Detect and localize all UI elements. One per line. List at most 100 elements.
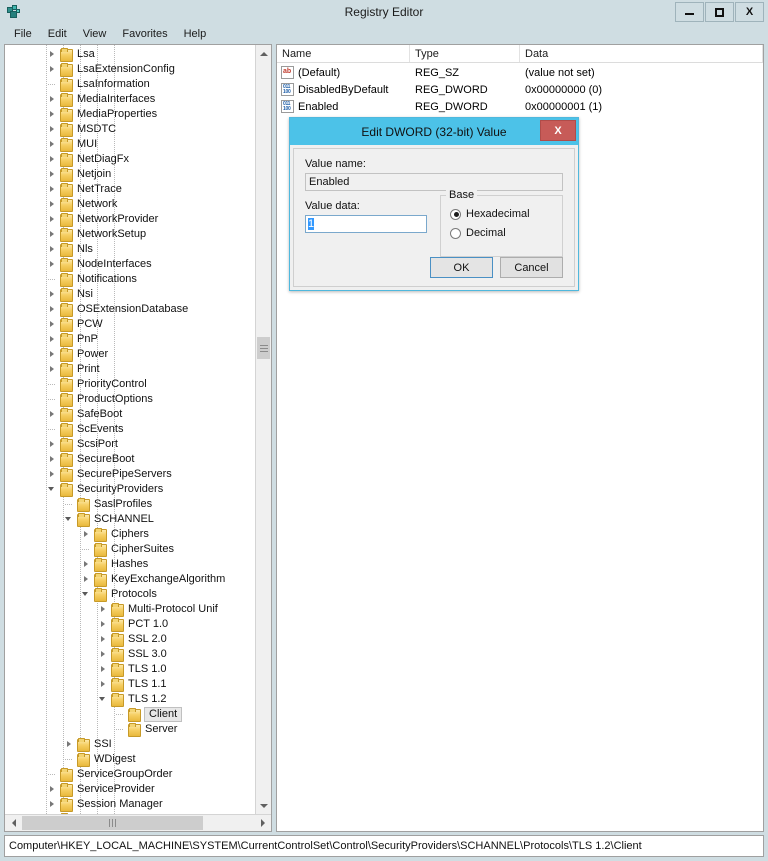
chevron-right-icon[interactable] bbox=[98, 662, 109, 677]
tree-item-pct-1-0[interactable]: PCT 1.0 bbox=[5, 617, 255, 632]
close-button[interactable]: X bbox=[735, 2, 764, 22]
tree-item-session-manager[interactable]: Session Manager bbox=[5, 797, 255, 812]
chevron-right-icon[interactable] bbox=[47, 152, 58, 167]
tree-item-nodeinterfaces[interactable]: NodeInterfaces bbox=[5, 257, 255, 272]
table-row[interactable]: DisabledByDefaultREG_DWORD0x00000000 (0) bbox=[277, 81, 763, 98]
value-data-input[interactable]: 1 bbox=[305, 215, 427, 233]
tree-item-secureboot[interactable]: SecureBoot bbox=[5, 452, 255, 467]
tree-item-server[interactable]: Server bbox=[5, 722, 255, 737]
tree-item-ssi[interactable]: SSI bbox=[5, 737, 255, 752]
tree-item-network[interactable]: Network bbox=[5, 197, 255, 212]
chevron-right-icon[interactable] bbox=[47, 227, 58, 242]
menu-view[interactable]: View bbox=[75, 26, 115, 42]
value-name-input[interactable] bbox=[305, 173, 563, 191]
chevron-right-icon[interactable] bbox=[81, 572, 92, 587]
tree-viewport[interactable]: LsaLsaExtensionConfigLsaInformationMedia… bbox=[5, 45, 255, 814]
tree-item-lsaextensionconfig[interactable]: LsaExtensionConfig bbox=[5, 62, 255, 77]
tree-item-ciphers[interactable]: Ciphers bbox=[5, 527, 255, 542]
tree-item-tls-1-0[interactable]: TLS 1.0 bbox=[5, 662, 255, 677]
tree-vscroll-track[interactable] bbox=[256, 62, 271, 797]
table-row[interactable]: EnabledREG_DWORD0x00000001 (1) bbox=[277, 98, 763, 115]
chevron-right-icon[interactable] bbox=[47, 302, 58, 317]
chevron-right-icon[interactable] bbox=[47, 317, 58, 332]
chevron-right-icon[interactable] bbox=[47, 197, 58, 212]
tree-item-productoptions[interactable]: ProductOptions bbox=[5, 392, 255, 407]
menu-file[interactable]: File bbox=[6, 26, 40, 42]
tree-item-serviceprovider[interactable]: ServiceProvider bbox=[5, 782, 255, 797]
chevron-right-icon[interactable] bbox=[47, 437, 58, 452]
tree-item-netdiagfx[interactable]: NetDiagFx bbox=[5, 152, 255, 167]
column-header-type[interactable]: Type bbox=[410, 45, 520, 62]
tree-item-lsainformation[interactable]: LsaInformation bbox=[5, 77, 255, 92]
tree-item-pcw[interactable]: PCW bbox=[5, 317, 255, 332]
chevron-right-icon[interactable] bbox=[47, 242, 58, 257]
chevron-right-icon[interactable] bbox=[47, 182, 58, 197]
tree-item-hashes[interactable]: Hashes bbox=[5, 557, 255, 572]
scroll-down-arrow-icon[interactable] bbox=[256, 797, 271, 814]
tree-item-servicegrouporder[interactable]: ServiceGroupOrder bbox=[5, 767, 255, 782]
tree-item-scsiport[interactable]: ScsiPort bbox=[5, 437, 255, 452]
chevron-down-icon[interactable] bbox=[47, 482, 58, 497]
tree-item-securityproviders[interactable]: SecurityProviders bbox=[5, 482, 255, 497]
chevron-right-icon[interactable] bbox=[47, 287, 58, 302]
tree-item-scevents[interactable]: ScEvents bbox=[5, 422, 255, 437]
chevron-right-icon[interactable] bbox=[81, 557, 92, 572]
chevron-right-icon[interactable] bbox=[98, 602, 109, 617]
tree-item-lsa[interactable]: Lsa bbox=[5, 47, 255, 62]
tree-item-client[interactable]: Client bbox=[5, 707, 255, 722]
column-header-name[interactable]: Name bbox=[277, 45, 410, 62]
cancel-button[interactable]: Cancel bbox=[500, 257, 563, 278]
chevron-right-icon[interactable] bbox=[47, 332, 58, 347]
tree-item-keyexchangealgorithm[interactable]: KeyExchangeAlgorithm bbox=[5, 572, 255, 587]
menu-help[interactable]: Help bbox=[176, 26, 215, 42]
tree-item-ciphersuites[interactable]: CipherSuites bbox=[5, 542, 255, 557]
chevron-right-icon[interactable] bbox=[47, 467, 58, 482]
tree-vscroll-thumb[interactable] bbox=[257, 337, 270, 359]
chevron-right-icon[interactable] bbox=[47, 782, 58, 797]
tree-horizontal-scrollbar[interactable] bbox=[5, 814, 271, 831]
radio-decimal[interactable]: Decimal bbox=[450, 225, 554, 241]
chevron-right-icon[interactable] bbox=[98, 617, 109, 632]
tree-item-mediainterfaces[interactable]: MediaInterfaces bbox=[5, 92, 255, 107]
scroll-left-arrow-icon[interactable] bbox=[5, 815, 22, 831]
tree-item-networkprovider[interactable]: NetworkProvider bbox=[5, 212, 255, 227]
tree-item-osextensiondatabase[interactable]: OSExtensionDatabase bbox=[5, 302, 255, 317]
tree-item-safeboot[interactable]: SafeBoot bbox=[5, 407, 255, 422]
tree-item-mediaproperties[interactable]: MediaProperties bbox=[5, 107, 255, 122]
tree-item-msdtc[interactable]: MSDTC bbox=[5, 122, 255, 137]
ok-button[interactable]: OK bbox=[430, 257, 493, 278]
chevron-right-icon[interactable] bbox=[47, 107, 58, 122]
tree-item-ssl-2-0[interactable]: SSL 2.0 bbox=[5, 632, 255, 647]
tree-item-ssl-3-0[interactable]: SSL 3.0 bbox=[5, 647, 255, 662]
dialog-close-button[interactable]: X bbox=[540, 120, 576, 141]
chevron-right-icon[interactable] bbox=[98, 677, 109, 692]
tree-item-nettrace[interactable]: NetTrace bbox=[5, 182, 255, 197]
chevron-right-icon[interactable] bbox=[47, 407, 58, 422]
chevron-right-icon[interactable] bbox=[47, 362, 58, 377]
tree-item-multi-protocol-unif[interactable]: Multi-Protocol Unif bbox=[5, 602, 255, 617]
maximize-button[interactable] bbox=[705, 2, 734, 22]
scroll-right-arrow-icon[interactable] bbox=[254, 815, 271, 831]
chevron-down-icon[interactable] bbox=[98, 692, 109, 707]
radio-hexadecimal[interactable]: Hexadecimal bbox=[450, 206, 554, 222]
chevron-right-icon[interactable] bbox=[98, 647, 109, 662]
tree-hscroll-thumb[interactable] bbox=[22, 816, 203, 830]
tree-item-securepipeservers[interactable]: SecurePipeServers bbox=[5, 467, 255, 482]
table-row[interactable]: (Default)REG_SZ(value not set) bbox=[277, 64, 763, 81]
chevron-right-icon[interactable] bbox=[47, 122, 58, 137]
chevron-right-icon[interactable] bbox=[47, 452, 58, 467]
chevron-down-icon[interactable] bbox=[81, 587, 92, 602]
chevron-right-icon[interactable] bbox=[47, 212, 58, 227]
menu-favorites[interactable]: Favorites bbox=[114, 26, 175, 42]
tree-item-tls-1-1[interactable]: TLS 1.1 bbox=[5, 677, 255, 692]
tree-item-schannel[interactable]: SCHANNEL bbox=[5, 512, 255, 527]
chevron-right-icon[interactable] bbox=[47, 92, 58, 107]
tree-item-netjoin[interactable]: Netjoin bbox=[5, 167, 255, 182]
chevron-right-icon[interactable] bbox=[47, 347, 58, 362]
minimize-button[interactable] bbox=[675, 2, 704, 22]
tree-item-networksetup[interactable]: NetworkSetup bbox=[5, 227, 255, 242]
column-header-data[interactable]: Data bbox=[520, 45, 763, 62]
tree-item-nls[interactable]: Nls bbox=[5, 242, 255, 257]
chevron-right-icon[interactable] bbox=[47, 797, 58, 812]
tree-item-power[interactable]: Power bbox=[5, 347, 255, 362]
